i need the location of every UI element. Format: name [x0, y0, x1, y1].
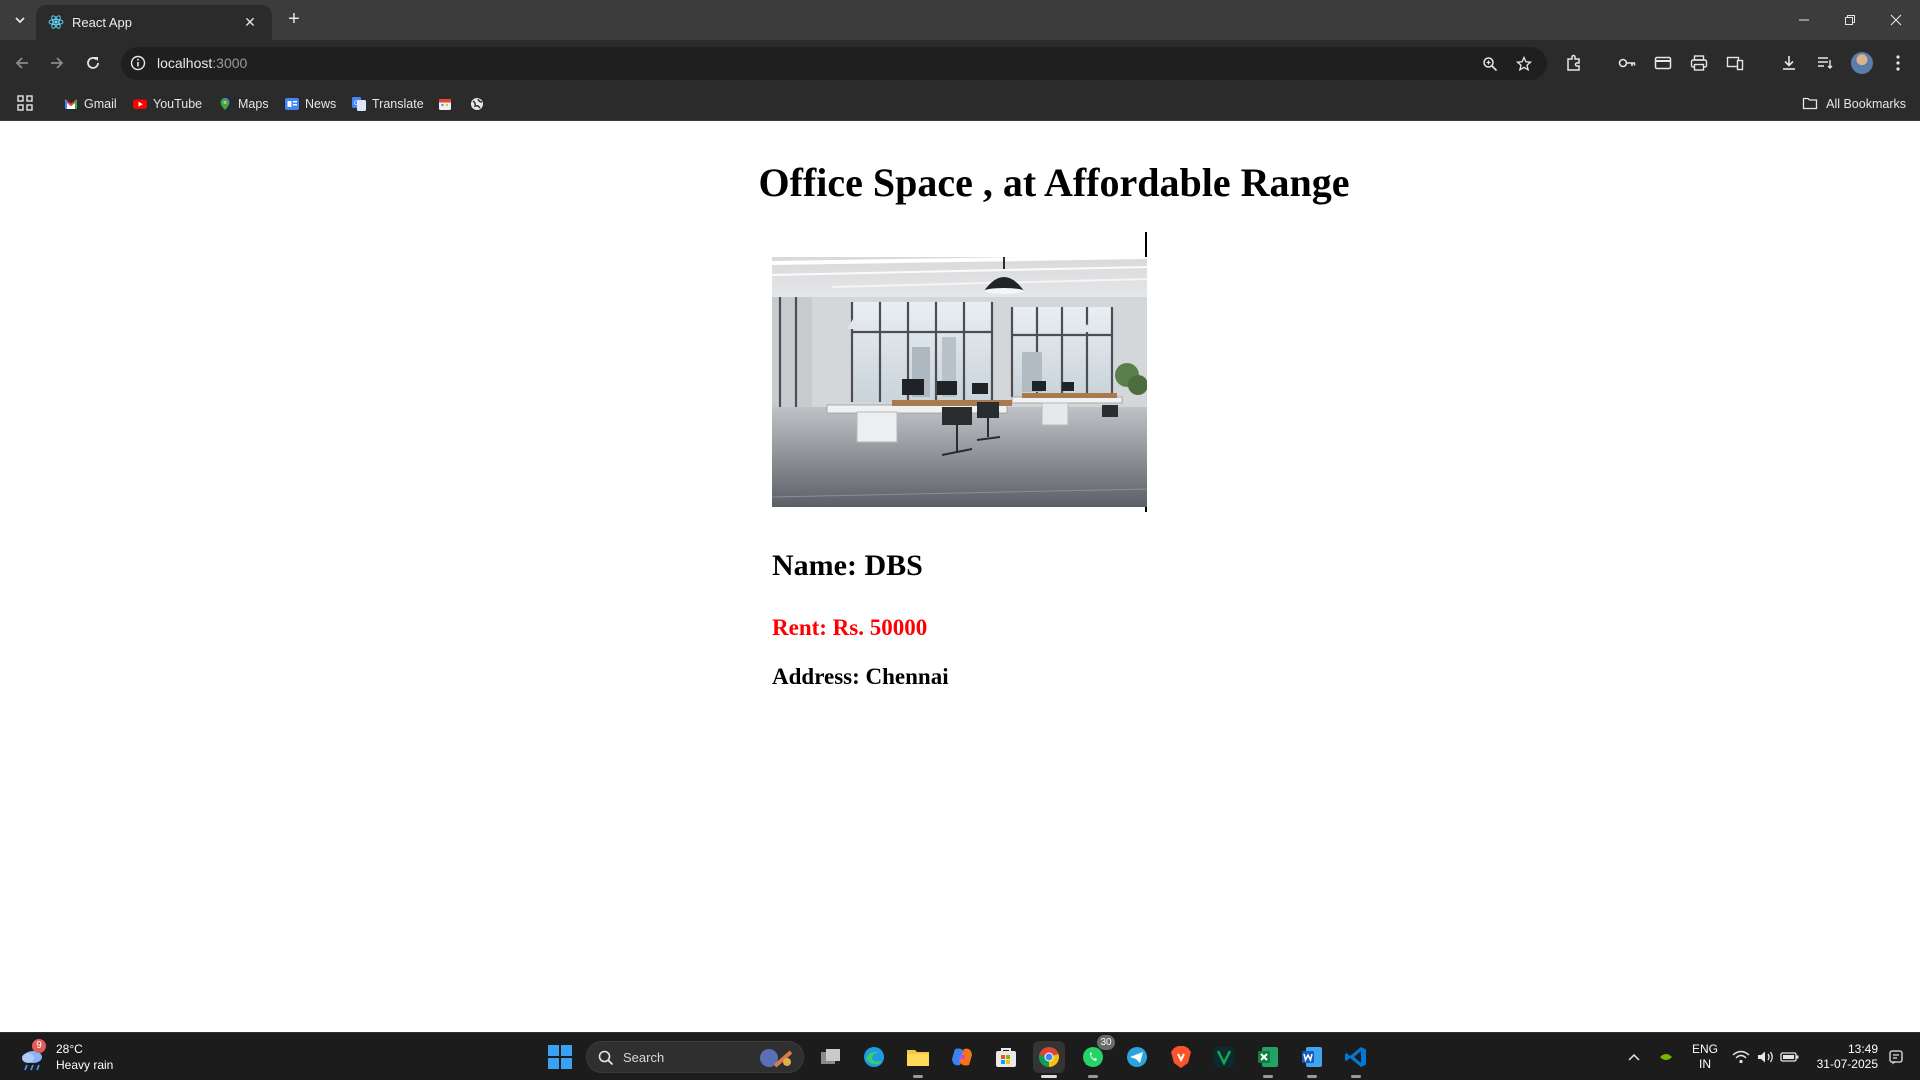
- chrome-icon[interactable]: [1033, 1041, 1065, 1078]
- back-arrow-icon[interactable]: [8, 49, 36, 77]
- mongodb-compass-icon[interactable]: [1208, 1041, 1240, 1073]
- folder-icon: [1802, 96, 1818, 113]
- address-bar[interactable]: localhost:3000: [121, 47, 1547, 80]
- reload-icon[interactable]: [79, 49, 107, 77]
- gmail-icon: [64, 97, 78, 111]
- edge-icon[interactable]: [858, 1041, 890, 1073]
- tray-overflow-chevron-icon[interactable]: [1624, 1047, 1644, 1067]
- page-content: Office Space , at Affordable Range Name:…: [0, 121, 1920, 1032]
- clock-date: 31-07-2025: [1816, 1057, 1878, 1071]
- profile-avatar[interactable]: [1851, 52, 1873, 74]
- forward-arrow-icon[interactable]: [43, 49, 71, 77]
- news-icon: [285, 97, 299, 111]
- brave-icon[interactable]: [1165, 1041, 1197, 1073]
- word-icon[interactable]: [1296, 1041, 1328, 1078]
- wifi-icon[interactable]: [1731, 1047, 1751, 1067]
- url-host: localhost: [157, 55, 213, 71]
- youtube-icon: [133, 97, 147, 111]
- tab-strip: React App ✕ +: [0, 0, 1920, 40]
- close-window-icon[interactable]: [1873, 0, 1919, 40]
- bookmark-label: Gmail: [84, 97, 117, 111]
- search-label: Search: [623, 1050, 665, 1065]
- react-icon: [48, 14, 64, 30]
- site-info-icon[interactable]: [129, 54, 147, 72]
- office-name: Name: DBS: [772, 549, 923, 582]
- volume-icon[interactable]: [1756, 1047, 1776, 1067]
- globe-icon: [470, 97, 484, 111]
- reading-list-icon[interactable]: [1813, 51, 1837, 75]
- extensions-icon[interactable]: [1562, 51, 1586, 75]
- office-address: Address: Chennai: [772, 664, 949, 689]
- tab-search-chevron-icon[interactable]: [8, 8, 32, 32]
- weather-widget[interactable]: 9 28°C Heavy rain: [18, 1039, 114, 1073]
- office-image-frame: [772, 232, 1147, 512]
- svg-text:G: G: [354, 101, 359, 107]
- password-key-icon[interactable]: [1615, 51, 1639, 75]
- whatsapp-icon[interactable]: 30: [1077, 1035, 1115, 1078]
- bookmark-star-icon[interactable]: [1513, 53, 1535, 75]
- whatsapp-badge: 30: [1097, 1035, 1115, 1050]
- clock[interactable]: 13:49 31-07-2025: [1806, 1042, 1878, 1072]
- bookmark-label: News: [305, 97, 337, 111]
- menu-kebab-icon[interactable]: [1886, 51, 1910, 75]
- office-rent: Rent: Rs. 50000: [772, 615, 928, 640]
- url-port: :3000: [212, 55, 248, 71]
- payment-card-icon[interactable]: [1651, 51, 1675, 75]
- calendar-icon: [438, 97, 452, 111]
- restore-icon[interactable]: [1827, 0, 1873, 40]
- bookmark-label: Maps: [238, 97, 269, 111]
- excel-icon[interactable]: [1252, 1041, 1284, 1078]
- clock-time: 13:49: [1847, 1042, 1878, 1056]
- language-line1: ENG: [1691, 1042, 1718, 1056]
- bookmark-calendar[interactable]: [438, 94, 452, 114]
- tab-close-icon[interactable]: ✕: [240, 12, 260, 32]
- file-explorer-icon[interactable]: [902, 1041, 934, 1078]
- all-bookmarks-button[interactable]: All Bookmarks: [1802, 94, 1906, 114]
- bookmarks-bar: Gmail YouTube Maps News G Translate All …: [0, 86, 1920, 121]
- zoom-icon[interactable]: [1479, 53, 1501, 75]
- weather-condition: Heavy rain: [56, 1058, 114, 1072]
- new-tab-plus-icon[interactable]: +: [282, 8, 306, 32]
- url-text: localhost:3000: [157, 55, 247, 71]
- minimize-icon[interactable]: [1781, 0, 1827, 40]
- microsoft-store-icon[interactable]: [990, 1041, 1022, 1073]
- weather-rain-icon: 9: [18, 1039, 46, 1071]
- all-bookmarks-label: All Bookmarks: [1826, 97, 1906, 111]
- bookmark-maps[interactable]: Maps: [218, 94, 269, 114]
- office-photo: [772, 257, 1147, 507]
- language-line2: IN: [1699, 1057, 1711, 1071]
- bookmark-youtube[interactable]: YouTube: [133, 94, 202, 114]
- nvidia-icon[interactable]: [1656, 1047, 1676, 1067]
- bookmark-label: YouTube: [153, 97, 203, 111]
- download-icon[interactable]: [1777, 51, 1801, 75]
- battery-icon[interactable]: [1780, 1047, 1800, 1067]
- windows-taskbar: 9 28°C Heavy rain Search 30 ENG IN 13:49…: [0, 1032, 1920, 1080]
- bookmark-gmail[interactable]: Gmail: [64, 94, 117, 114]
- tab-react-app[interactable]: React App ✕: [36, 5, 272, 40]
- weather-temp: 28°C: [56, 1042, 83, 1056]
- translate-icon: G: [352, 97, 366, 111]
- telegram-icon[interactable]: [1121, 1041, 1153, 1073]
- maps-icon: [218, 97, 232, 111]
- page-title: Office Space , at Affordable Range: [758, 160, 1350, 205]
- taskbar-search[interactable]: Search: [586, 1041, 804, 1073]
- bookmark-news[interactable]: News: [285, 94, 336, 114]
- tab-title: React App: [72, 15, 132, 30]
- weather-badge: 9: [32, 1039, 46, 1053]
- bookmark-label: Translate: [372, 97, 424, 111]
- copilot-icon[interactable]: [946, 1041, 978, 1073]
- language-indicator[interactable]: ENG IN: [1690, 1042, 1720, 1072]
- windows-start-icon[interactable]: [548, 1045, 572, 1069]
- vscode-icon[interactable]: [1340, 1041, 1372, 1078]
- bookmark-translate[interactable]: G Translate: [352, 94, 424, 114]
- browser-toolbar: localhost:3000: [0, 40, 1920, 86]
- cast-devices-icon[interactable]: [1723, 51, 1747, 75]
- apps-grid-icon[interactable]: [17, 95, 33, 111]
- notifications-icon[interactable]: [1886, 1047, 1906, 1067]
- print-icon[interactable]: [1687, 51, 1711, 75]
- search-highlight-icon: [757, 1046, 797, 1075]
- task-view-icon[interactable]: [815, 1041, 847, 1073]
- search-icon: [598, 1050, 614, 1071]
- bookmark-globe[interactable]: [470, 94, 484, 114]
